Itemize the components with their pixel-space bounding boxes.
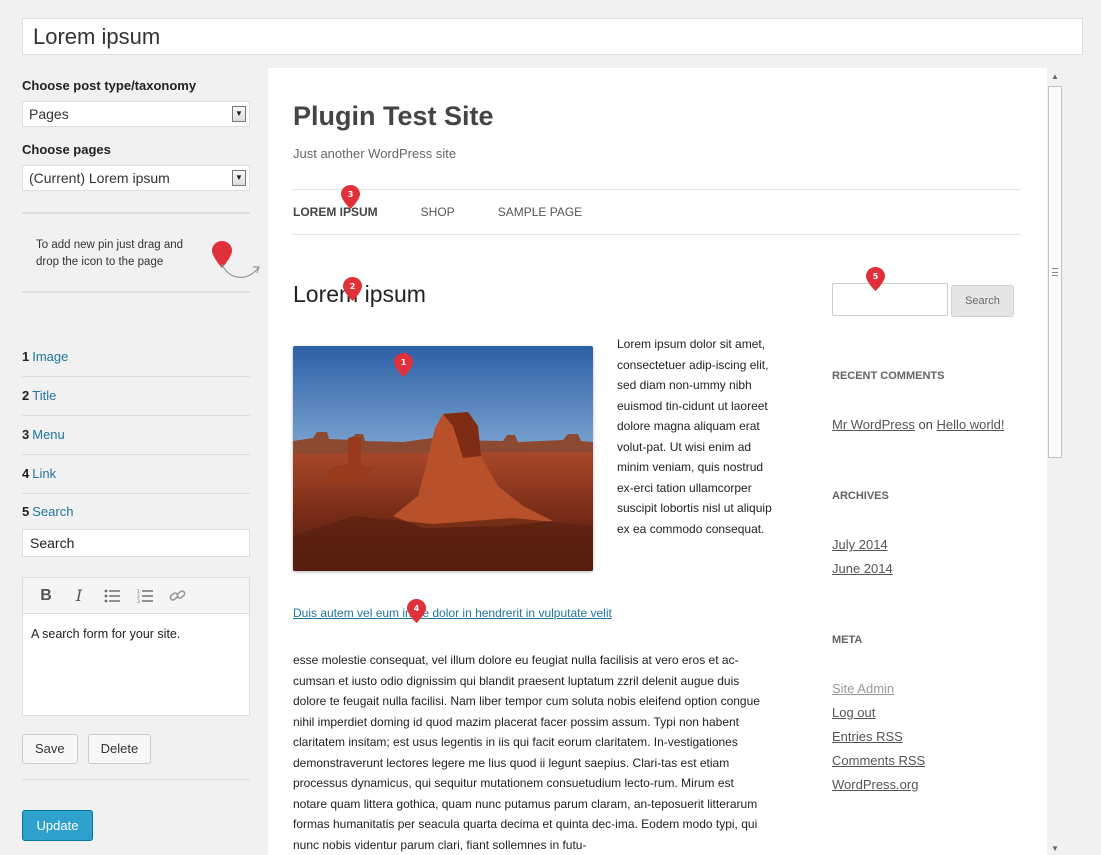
archives-heading: ARCHIVES: [832, 490, 889, 502]
widget-search-button[interactable]: Search: [951, 285, 1014, 317]
drag-hint-text: To add new pin just drag and drop the ic…: [36, 239, 184, 268]
intro-paragraph: Lorem ipsum dolor sit amet, consectetuer…: [617, 337, 772, 536]
archive-link-july-2014[interactable]: July 2014: [832, 537, 888, 552]
recent-comments-heading: RECENT COMMENTS: [832, 370, 945, 382]
bold-icon[interactable]: B: [33, 583, 59, 609]
pages-select[interactable]: (Current) Lorem ipsum ▼: [22, 165, 250, 191]
comment-author-link[interactable]: Mr WordPress: [832, 417, 915, 432]
curved-arrow-icon: [221, 263, 260, 278]
pin-item-link[interactable]: 4 Link: [22, 455, 250, 494]
meta-link-wordpress-org[interactable]: WordPress.org: [832, 777, 918, 792]
save-button[interactable]: Save: [22, 734, 78, 764]
pin-name[interactable]: Title: [32, 388, 56, 403]
nav-item-sample-page[interactable]: SAMPLE PAGE: [498, 205, 582, 219]
desert-image: [293, 346, 593, 571]
post-type-select[interactable]: Pages ▼: [22, 101, 250, 127]
delete-button[interactable]: Delete: [87, 734, 152, 764]
meta-link-entries-rss[interactable]: Entries RSS: [832, 729, 903, 744]
pin-item-search[interactable]: 5 Search: [22, 494, 250, 529]
bullet-list-icon[interactable]: [99, 583, 125, 609]
pin-2-marker-icon[interactable]: 2: [343, 277, 362, 301]
pin-actions: Save Delete: [22, 734, 250, 780]
italic-icon[interactable]: I: [66, 583, 92, 609]
editor-toolbar: B I 123: [23, 578, 249, 614]
nav-item-lorem-ipsum[interactable]: LOREM IPSUM: [293, 205, 378, 219]
preview-scrollbar[interactable]: ▲ ▼: [1047, 68, 1064, 855]
recent-comment: Mr WordPress on Hello world!: [832, 417, 1004, 432]
pin-name[interactable]: Link: [32, 466, 56, 481]
pin-item-menu[interactable]: 3 Menu: [22, 416, 250, 455]
new-pin-area: To add new pin just drag and drop the ic…: [22, 214, 260, 291]
pin-number: 5: [22, 504, 30, 519]
archive-link-june-2014[interactable]: June 2014: [832, 561, 893, 576]
svg-text:5: 5: [873, 272, 879, 281]
pin-number: 1: [22, 349, 30, 364]
pin-item-image[interactable]: 1 Image: [22, 338, 250, 377]
svg-text:3: 3: [348, 190, 354, 199]
site-description: Just another WordPress site: [293, 146, 457, 161]
body-paragraph: esse molestie consequat, vel illum dolor…: [293, 653, 760, 852]
meta-link-site-admin[interactable]: Site Admin: [832, 681, 894, 696]
pin-number: 4: [22, 466, 30, 481]
pin-number: 2: [22, 388, 30, 403]
site-nav: LOREM IPSUM SHOP SAMPLE PAGE: [293, 189, 1021, 235]
comment-on-text: on: [918, 417, 933, 432]
pin-list: 1 Image 2 Title 3 Menu 4 Link 5 Search: [22, 338, 250, 529]
scroll-down-arrow-icon[interactable]: ▼: [1051, 844, 1059, 853]
site-title[interactable]: Plugin Test Site: [293, 101, 494, 132]
update-button[interactable]: Update: [22, 810, 93, 841]
pin-name[interactable]: Menu: [32, 427, 65, 442]
pin-4-marker-icon[interactable]: 4: [407, 599, 426, 623]
post-type-value: Pages: [29, 106, 69, 122]
meta-link-log-out[interactable]: Log out: [832, 705, 875, 720]
scroll-up-arrow-icon[interactable]: ▲: [1051, 72, 1059, 81]
title-input[interactable]: Lorem ipsum: [22, 18, 1083, 55]
link-icon[interactable]: [165, 583, 191, 609]
pin-name[interactable]: Search: [32, 504, 73, 519]
nav-item-shop[interactable]: SHOP: [421, 205, 455, 219]
comment-post-link[interactable]: Hello world!: [937, 417, 1005, 432]
pin-name-input[interactable]: Search: [22, 529, 250, 557]
pin-5-marker-icon[interactable]: 5: [866, 267, 885, 291]
content-link[interactable]: Duis autem vel eum iriure dolor in hendr…: [293, 606, 612, 620]
meta-heading: META: [832, 634, 863, 646]
svg-text:4: 4: [414, 604, 420, 613]
pin-3-marker-icon[interactable]: 3: [341, 185, 360, 209]
scrollbar-thumb[interactable]: [1048, 86, 1062, 458]
svg-text:3: 3: [137, 599, 140, 603]
site-preview: Plugin Test Site Just another WordPress …: [268, 68, 1047, 855]
svg-text:2: 2: [350, 282, 356, 291]
svg-text:1: 1: [401, 358, 407, 367]
editor-content[interactable]: A search form for your site.: [23, 614, 249, 654]
pages-value: (Current) Lorem ipsum: [29, 170, 170, 186]
pages-label: Choose pages: [22, 142, 111, 157]
meta-link-comments-rss[interactable]: Comments RSS: [832, 753, 925, 768]
dropdown-arrow-icon[interactable]: ▼: [232, 170, 246, 186]
dropdown-arrow-icon[interactable]: ▼: [232, 106, 246, 122]
pin-1-marker-icon[interactable]: 1: [394, 353, 413, 377]
pin-description-editor[interactable]: B I 123 A search form for your site.: [22, 577, 250, 716]
pin-number: 3: [22, 427, 30, 442]
pin-name[interactable]: Image: [32, 349, 68, 364]
pin-item-title[interactable]: 2 Title: [22, 377, 250, 416]
numbered-list-icon[interactable]: 123: [132, 583, 158, 609]
divider: [22, 291, 250, 293]
post-type-label: Choose post type/taxonomy: [22, 78, 197, 93]
widget-search-input[interactable]: [832, 283, 948, 316]
pin-settings-panel: Choose post type/taxonomy Pages ▼ Choose…: [22, 70, 260, 841]
